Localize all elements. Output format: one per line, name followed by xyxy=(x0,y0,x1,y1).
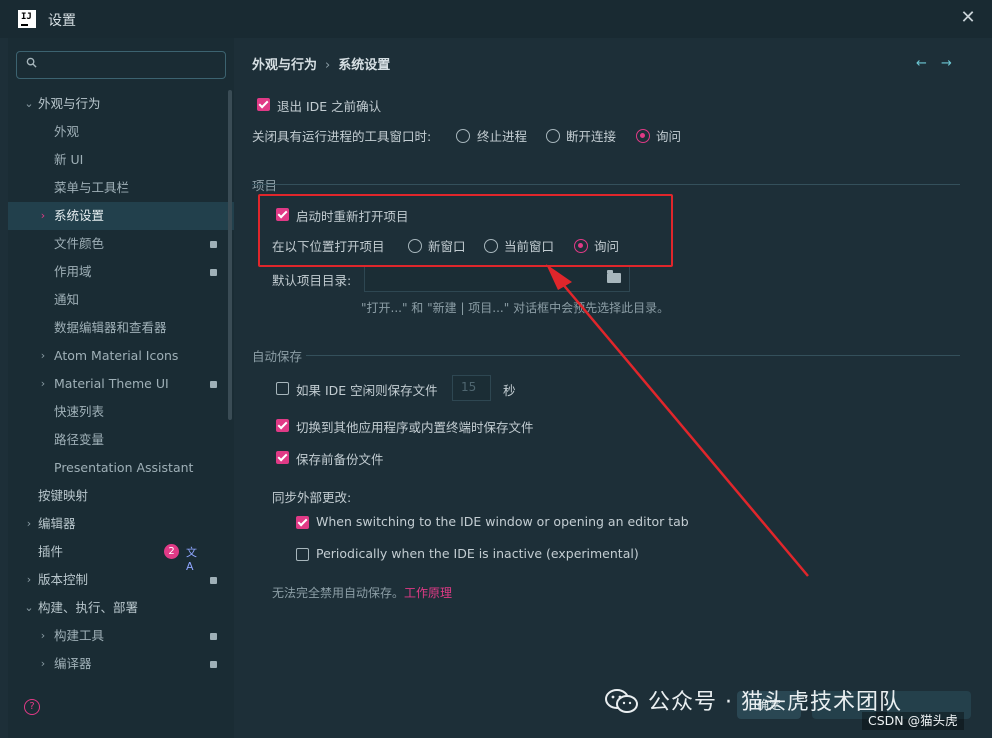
chevron-right-icon[interactable]: › xyxy=(38,371,48,397)
intellij-logo-icon: IJ xyxy=(18,10,36,28)
sidebar-item[interactable]: 系统设置 xyxy=(54,203,104,229)
project-scope-icon xyxy=(210,661,217,668)
sidebar-item[interactable]: 编辑器 xyxy=(38,511,76,537)
sidebar-item[interactable]: 外观与行为 xyxy=(38,91,101,117)
chevron-down-icon[interactable]: ⌄ xyxy=(24,91,34,117)
sidebar-item[interactable]: 构建工具 xyxy=(54,623,104,649)
sidebar-item[interactable]: Presentation Assistant xyxy=(54,455,193,481)
browse-folder-icon[interactable] xyxy=(607,270,621,283)
autosave-section-divider xyxy=(306,355,960,356)
reopen-projects-checkbox[interactable] xyxy=(276,208,289,221)
disconnect-radio[interactable] xyxy=(546,129,560,143)
chevron-down-icon[interactable]: ⌄ xyxy=(24,595,34,621)
title-bar: IJ 设置 ✕ xyxy=(0,0,992,38)
sidebar-item[interactable]: Atom Material Icons xyxy=(54,343,178,369)
search-input[interactable] xyxy=(16,51,226,79)
sidebar-item[interactable]: 通知 xyxy=(54,287,79,313)
sidebar-item[interactable]: 路径变量 xyxy=(54,427,104,453)
terminate-radio[interactable] xyxy=(456,129,470,143)
how-it-works-link[interactable]: 工作原理 xyxy=(404,586,452,600)
backup-checkbox[interactable] xyxy=(276,451,289,464)
save-on-switch-label: 切换到其他应用程序或内置终端时保存文件 xyxy=(296,420,534,435)
back-arrow-icon[interactable]: ← xyxy=(916,57,928,70)
project-scope-icon xyxy=(210,577,217,584)
settings-dialog: IJ 设置 ✕ ⌄ 外观与行为 外观新 UI 菜单与工具栏 › 系统设置 文件颜色 作用域 通知… xyxy=(0,0,992,738)
help-icon[interactable]: ? xyxy=(24,699,40,715)
breadcrumb: 外观与行为 › 系统设置 xyxy=(252,54,390,73)
sidebar-item[interactable]: Material Theme UI xyxy=(54,371,169,397)
save-on-idle-label: 如果 IDE 空闲则保存文件 xyxy=(296,383,438,398)
seconds-unit-label: 秒 xyxy=(503,383,516,398)
terminate-label: 终止进程 xyxy=(477,129,528,144)
window-title: 设置 xyxy=(48,13,76,29)
ask-radio[interactable] xyxy=(636,129,650,143)
sync-on-switch-checkbox[interactable] xyxy=(296,516,309,529)
backup-label: 保存前备份文件 xyxy=(296,452,384,467)
disconnect-label: 断开连接 xyxy=(566,129,617,144)
sidebar-item[interactable]: 数据编辑器和查看器 xyxy=(54,315,167,341)
chevron-right-icon[interactable]: › xyxy=(38,203,48,229)
sidebar-item[interactable]: 按键映射 xyxy=(38,483,88,509)
new-window-radio[interactable] xyxy=(408,239,422,253)
autosave-note: 无法完全禁用自动保存。工作原理 xyxy=(272,584,452,601)
chevron-right-icon[interactable]: › xyxy=(38,651,48,677)
default-project-dir-field[interactable] xyxy=(364,265,630,292)
open-project-in-label: 在以下位置打开项目 xyxy=(272,239,385,254)
current-window-label: 当前窗口 xyxy=(504,239,555,254)
sidebar-item[interactable]: 文件颜色 xyxy=(54,231,104,257)
wechat-logo-icon xyxy=(605,689,638,713)
reopen-projects-label: 启动时重新打开项目 xyxy=(296,209,409,224)
breadcrumb-parent[interactable]: 外观与行为 xyxy=(252,58,317,73)
project-section-divider xyxy=(252,184,960,185)
search-icon xyxy=(26,57,37,68)
sync-periodic-checkbox[interactable] xyxy=(296,548,309,561)
chevron-right-icon[interactable]: › xyxy=(38,623,48,649)
project-scope-icon xyxy=(210,269,217,276)
translate-icon: 文A xyxy=(186,546,197,573)
new-window-label: 新窗口 xyxy=(428,239,466,254)
sync-periodic-label: Periodically when the IDE is inactive (e… xyxy=(316,546,639,561)
sidebar-item[interactable]: 版本控制 xyxy=(38,567,88,593)
sidebar-item[interactable]: 编译器 xyxy=(54,651,92,677)
sync-external-label: 同步外部更改: xyxy=(272,490,352,505)
project-scope-icon xyxy=(210,381,217,388)
breadcrumb-separator: › xyxy=(325,58,331,73)
close-icon[interactable]: ✕ xyxy=(958,8,978,28)
close-tool-window-label: 关闭具有运行进程的工具窗口时: xyxy=(252,129,432,144)
sidebar-item[interactable]: 外观 xyxy=(54,119,79,145)
chevron-right-icon[interactable]: › xyxy=(24,511,34,537)
default-dir-hint: "打开..." 和 "新建 | 项目..." 对话框中会预先选择此目录。 xyxy=(361,301,670,315)
confirm-exit-label: 退出 IDE 之前确认 xyxy=(277,99,382,114)
sidebar-item[interactable]: 快速列表 xyxy=(54,399,104,425)
autosave-section-title: 自动保存 xyxy=(252,349,303,364)
current-window-radio[interactable] xyxy=(484,239,498,253)
chevron-right-icon[interactable]: › xyxy=(24,567,34,593)
sidebar-item[interactable]: 作用域 xyxy=(54,259,92,285)
autosave-note-text: 无法完全禁用自动保存。 xyxy=(272,586,405,600)
annotation-highlight-box xyxy=(258,194,673,267)
sidebar-item[interactable]: 菜单与工具栏 xyxy=(54,175,129,201)
sync-on-switch-label: When switching to the IDE window or open… xyxy=(316,514,689,529)
plugins-update-badge: 2 xyxy=(164,544,179,559)
sidebar-scrollbar[interactable] xyxy=(228,90,232,420)
breadcrumb-current: 系统设置 xyxy=(338,58,391,73)
chevron-right-icon[interactable]: › xyxy=(38,343,48,369)
ask-label: 询问 xyxy=(656,129,682,144)
ask-window-radio[interactable] xyxy=(574,239,588,253)
sidebar-item[interactable]: 构建、执行、部署 xyxy=(38,595,138,621)
forward-arrow-icon[interactable]: → xyxy=(941,57,953,70)
save-on-switch-checkbox[interactable] xyxy=(276,419,289,432)
sidebar-item[interactable]: 插件 xyxy=(38,539,63,565)
default-project-dir-label: 默认项目目录: xyxy=(272,273,352,288)
ask-window-label: 询问 xyxy=(594,239,620,254)
save-on-idle-checkbox[interactable] xyxy=(276,382,289,395)
confirm-exit-checkbox[interactable] xyxy=(257,98,270,111)
sidebar-item[interactable]: 新 UI xyxy=(54,147,83,173)
project-scope-icon xyxy=(210,241,217,248)
idle-seconds-input[interactable]: 15 xyxy=(452,375,491,401)
project-scope-icon xyxy=(210,633,217,640)
csdn-watermark: CSDN @猫头虎 xyxy=(862,712,964,730)
